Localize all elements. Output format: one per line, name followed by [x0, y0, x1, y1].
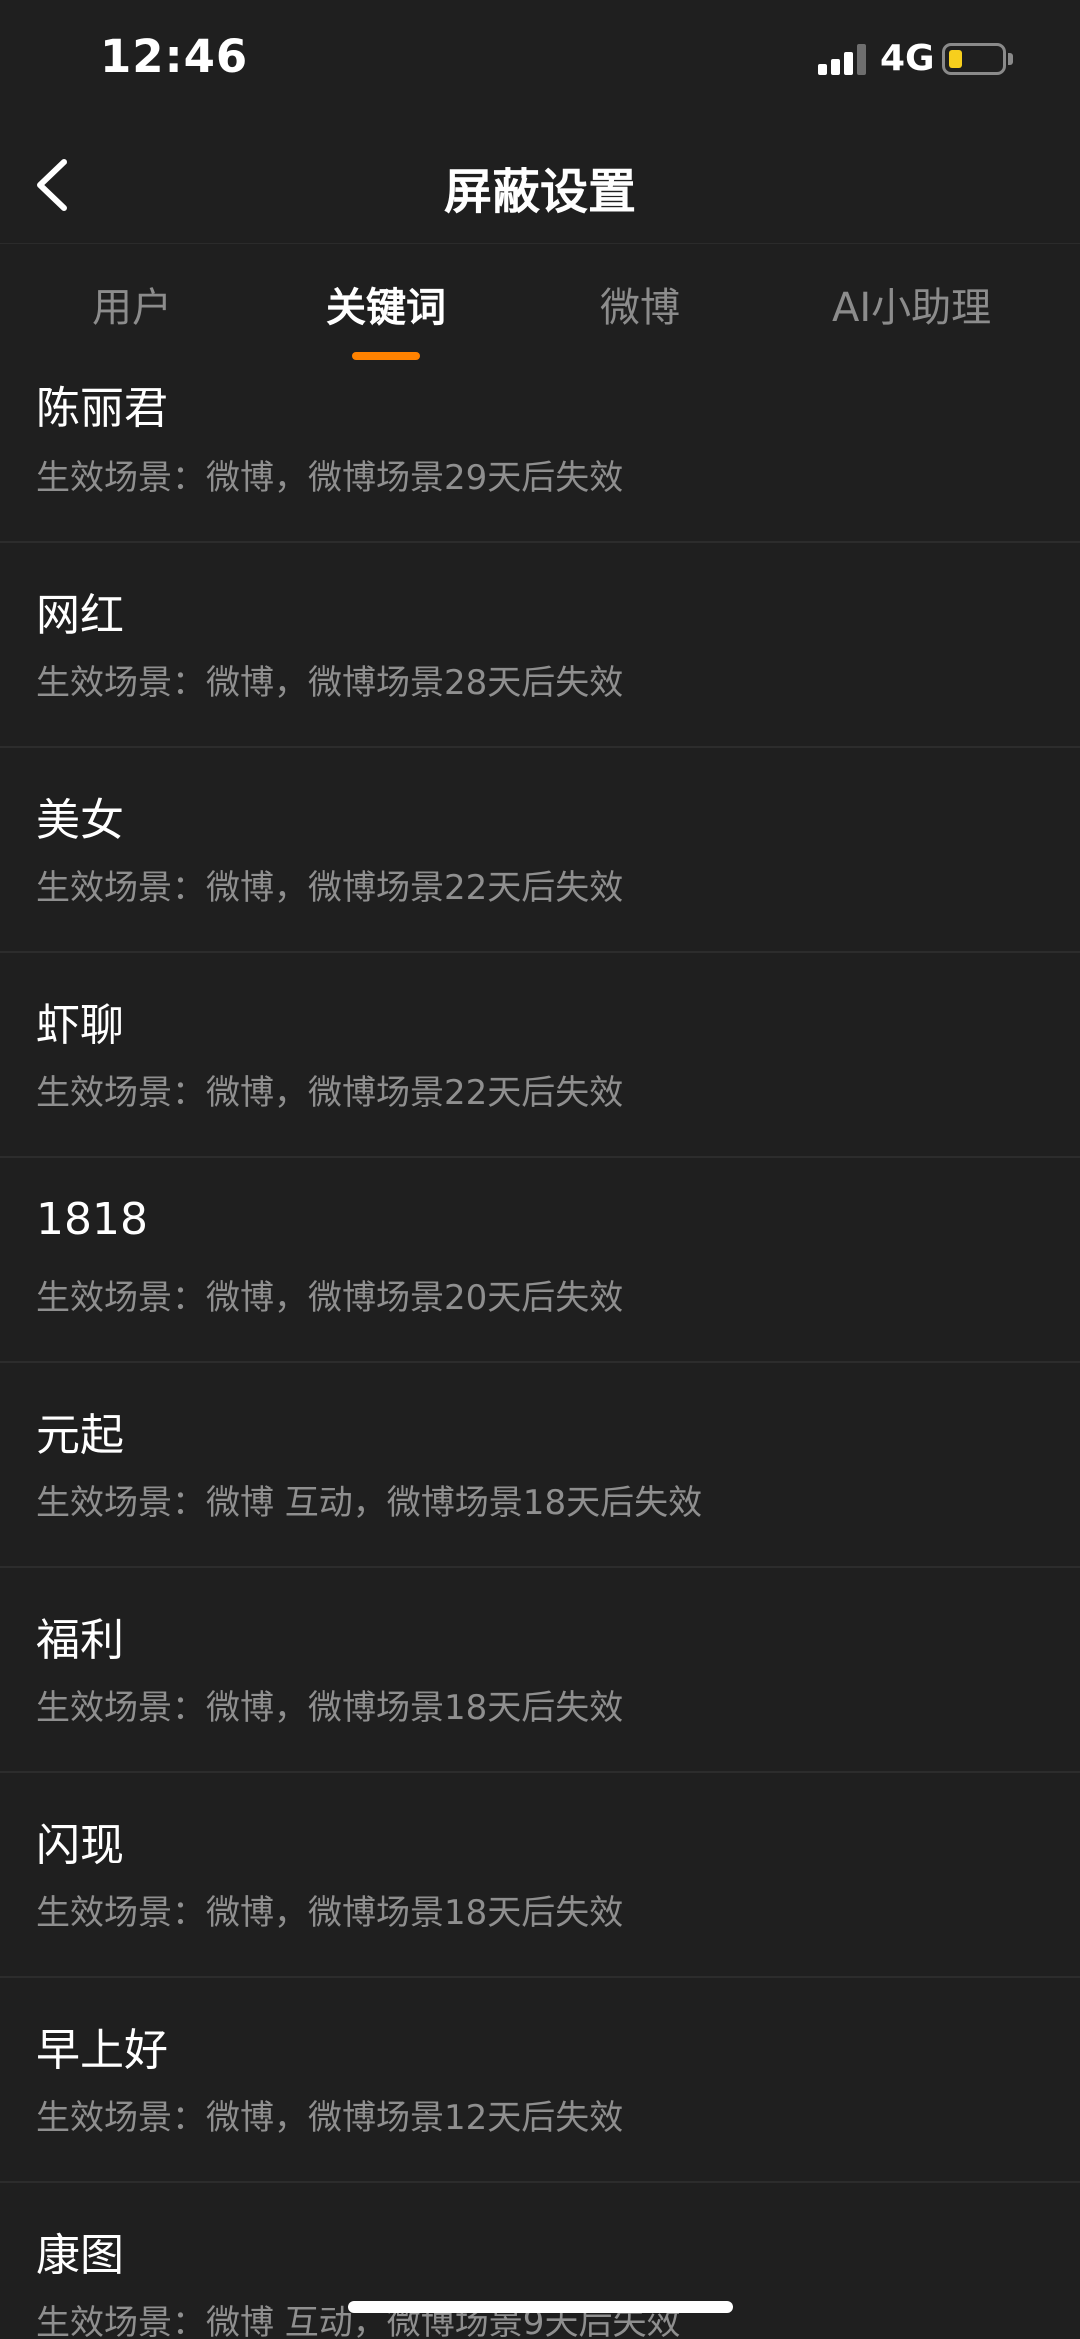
battery-cap: [1008, 53, 1013, 65]
list-item[interactable]: 虾聊 生效场景：微博，微博场景22天后失效: [0, 953, 1080, 1158]
list-item[interactable]: 美女 生效场景：微博，微博场景22天后失效: [0, 748, 1080, 953]
screen: 12:46 4G 屏蔽设置 用户 关键词 微博 AI小助理 陈丽君 生效场景：微…: [0, 0, 1080, 2339]
list-item[interactable]: 康图 生效场景：微博 互动，微博场景9天后失效: [0, 2183, 1080, 2339]
keyword-text: 康图: [36, 2230, 124, 2281]
keyword-text: 虾聊: [36, 1000, 124, 1051]
keyword-text: 早上好: [36, 2025, 168, 2076]
tab-user[interactable]: 用户: [92, 275, 172, 333]
list-item[interactable]: 早上好 生效场景：微博，微博场景12天后失效: [0, 1978, 1080, 2183]
keyword-text: 闪现: [36, 1820, 124, 1871]
keyword-text: 1818: [36, 1194, 148, 1245]
list-item[interactable]: 闪现 生效场景：微博，微博场景18天后失效: [0, 1773, 1080, 1978]
scene-text: 生效场景：微博 互动，微博场景18天后失效: [36, 1483, 703, 1523]
list-item[interactable]: 网红 生效场景：微博，微博场景28天后失效: [0, 543, 1080, 748]
active-tab-indicator: [352, 352, 420, 360]
scene-text: 生效场景：微博，微博场景12天后失效: [36, 2098, 624, 2138]
home-indicator[interactable]: [348, 2301, 733, 2313]
status-time: 12:46: [100, 30, 249, 83]
scene-text: 生效场景：微博，微博场景29天后失效: [36, 458, 624, 498]
keyword-text: 网红: [36, 590, 124, 641]
list-item[interactable]: 福利 生效场景：微博，微博场景18天后失效: [0, 1568, 1080, 1773]
scene-text: 生效场景：微博，微博场景20天后失效: [36, 1278, 624, 1318]
cellular-signal-icon: [818, 43, 868, 75]
list-item[interactable]: 陈丽君 生效场景：微博，微博场景29天后失效: [0, 362, 1080, 543]
tab-weibo[interactable]: 微博: [600, 275, 680, 333]
scene-text: 生效场景：微博，微博场景22天后失效: [36, 1073, 624, 1113]
keyword-text: 福利: [36, 1615, 124, 1666]
tab-bar: 用户 关键词 微博 AI小助理: [0, 245, 1080, 365]
scene-text: 生效场景：微博，微博场景22天后失效: [36, 868, 624, 908]
tab-ai-assistant[interactable]: AI小助理: [832, 275, 991, 333]
tab-keyword[interactable]: 关键词: [326, 275, 446, 333]
page-title: 屏蔽设置: [443, 164, 636, 220]
list-item[interactable]: 1818 生效场景：微博，微博场景20天后失效: [0, 1158, 1080, 1363]
network-type: 4G: [880, 38, 935, 79]
nav-bar: 屏蔽设置: [0, 120, 1080, 244]
scene-text: 生效场景：微博，微博场景18天后失效: [36, 1688, 624, 1728]
scene-text: 生效场景：微博，微博场景28天后失效: [36, 663, 624, 703]
keyword-list: 陈丽君 生效场景：微博，微博场景29天后失效 网红 生效场景：微博，微博场景28…: [0, 362, 1080, 2339]
keyword-text: 陈丽君: [36, 383, 168, 434]
scene-text: 生效场景：微博，微博场景18天后失效: [36, 1893, 624, 1933]
battery-icon: [942, 43, 1006, 75]
keyword-text: 元起: [36, 1410, 124, 1461]
list-item[interactable]: 元起 生效场景：微博 互动，微博场景18天后失效: [0, 1363, 1080, 1568]
keyword-text: 美女: [36, 795, 124, 846]
status-bar: 12:46 4G: [0, 0, 1080, 120]
